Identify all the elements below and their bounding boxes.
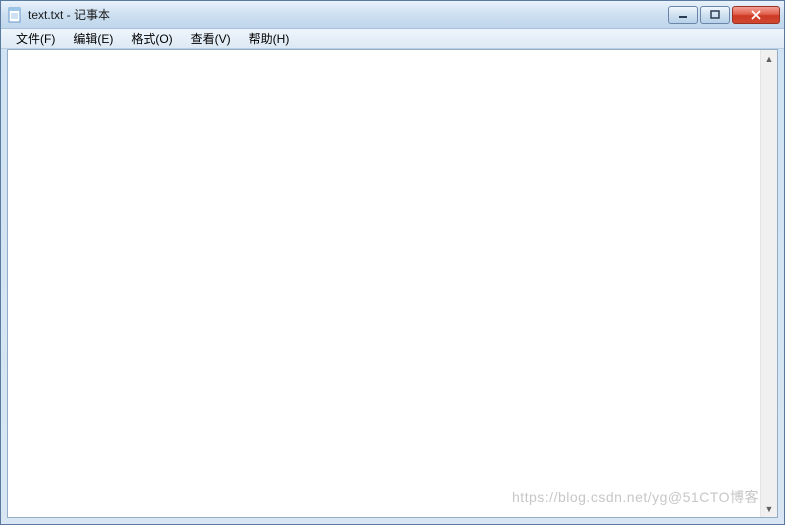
scroll-track[interactable] <box>761 67 777 500</box>
window-title: text.txt - 记事本 <box>28 6 668 23</box>
vertical-scrollbar[interactable]: ▲ ▼ <box>760 50 777 517</box>
menubar: 文件(F) 编辑(E) 格式(O) 查看(V) 帮助(H) <box>1 29 784 49</box>
maximize-icon <box>710 10 720 20</box>
close-button[interactable] <box>732 6 780 24</box>
notepad-icon <box>7 7 23 23</box>
menu-help[interactable]: 帮助(H) <box>240 28 299 49</box>
menu-edit[interactable]: 编辑(E) <box>64 28 122 49</box>
window-controls <box>668 6 780 24</box>
maximize-button[interactable] <box>700 6 730 24</box>
minimize-icon <box>678 10 688 20</box>
text-editor[interactable] <box>8 50 760 517</box>
menu-view[interactable]: 查看(V) <box>182 28 240 49</box>
menu-format[interactable]: 格式(O) <box>122 28 181 49</box>
minimize-button[interactable] <box>668 6 698 24</box>
close-icon <box>750 10 762 20</box>
scroll-up-arrow-icon[interactable]: ▲ <box>761 50 777 67</box>
titlebar[interactable]: text.txt - 记事本 <box>1 1 784 29</box>
scroll-down-arrow-icon[interactable]: ▼ <box>761 500 777 517</box>
content-area: ▲ ▼ https://blog.csdn.net/yg@51CTO博客 <box>1 49 784 524</box>
notepad-window: text.txt - 记事本 文件(F) 编辑(E) 格式(O) 查看(V) 帮… <box>0 0 785 525</box>
menu-file[interactable]: 文件(F) <box>7 28 64 49</box>
editor-frame: ▲ ▼ https://blog.csdn.net/yg@51CTO博客 <box>7 49 778 518</box>
